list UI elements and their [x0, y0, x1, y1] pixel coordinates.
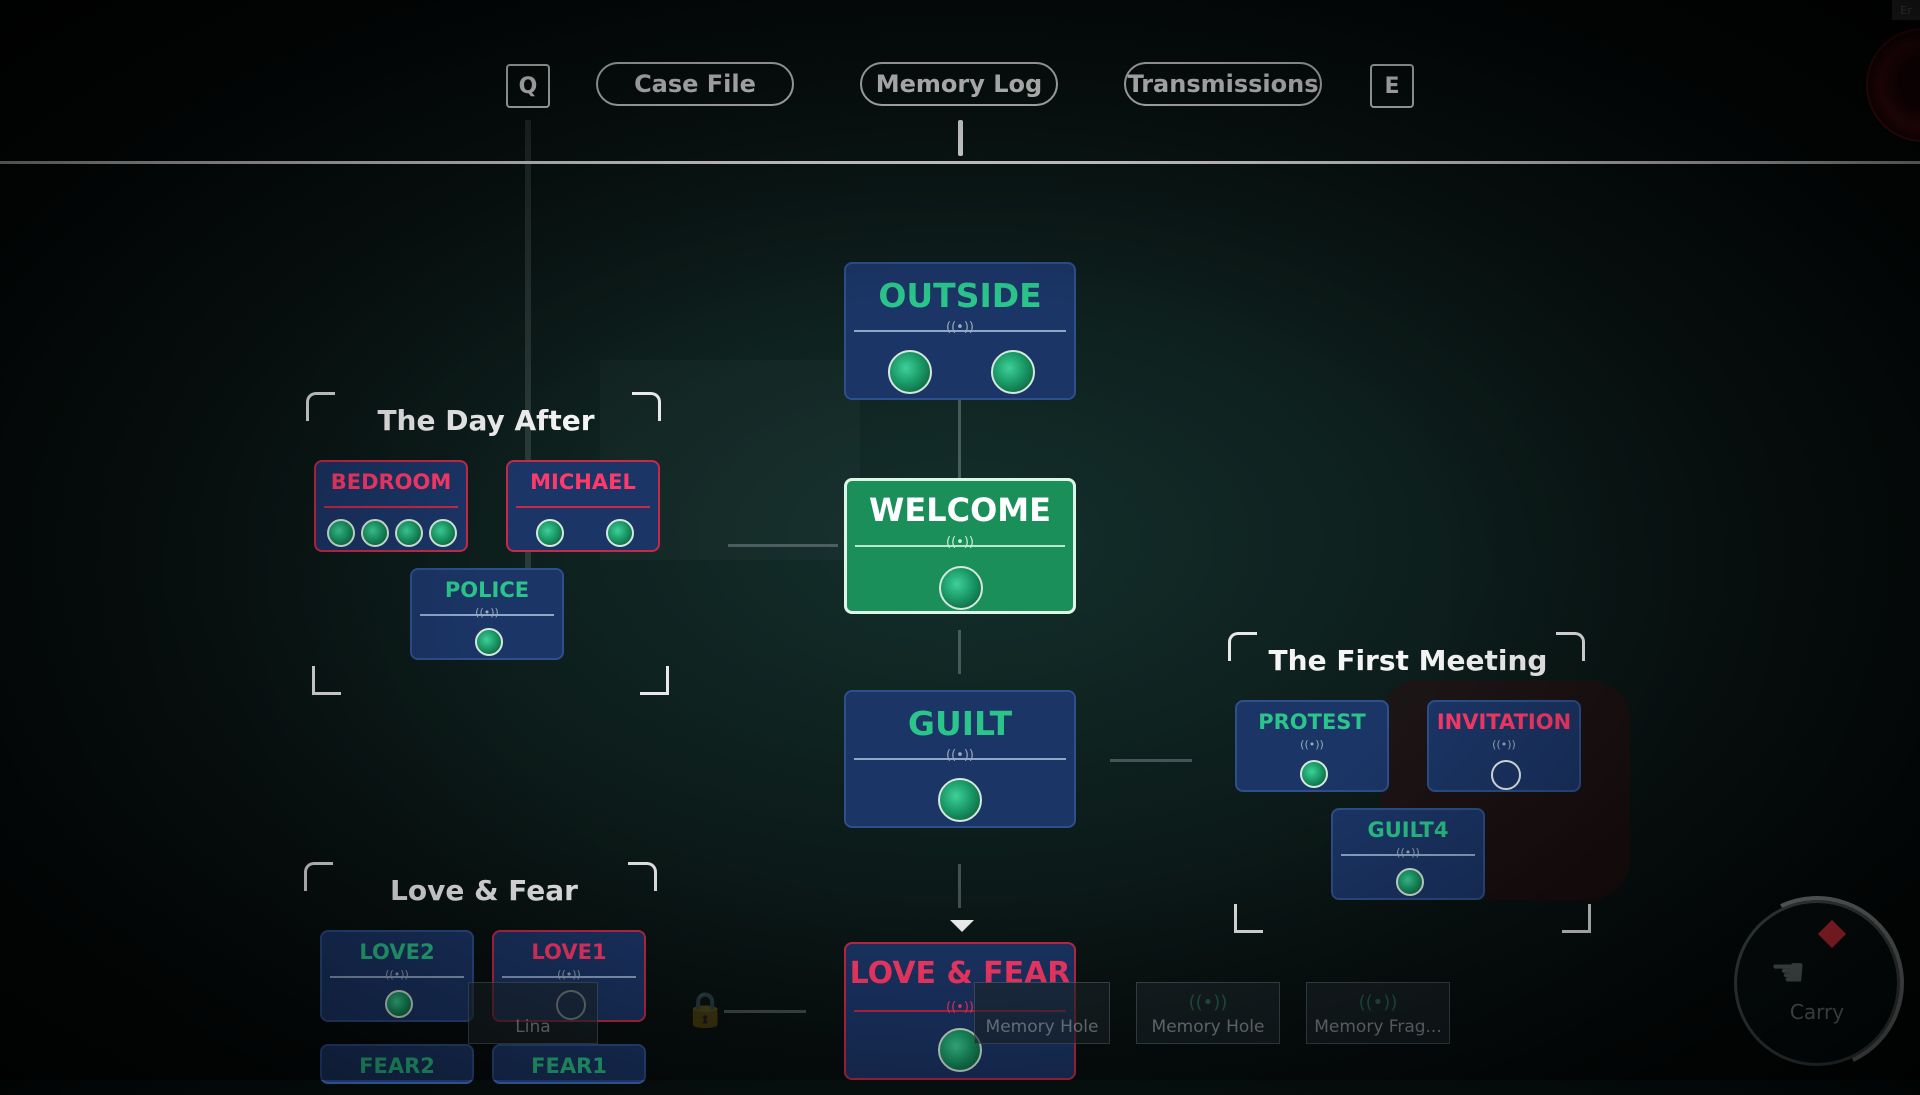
bracket-corner	[304, 862, 333, 891]
signal-icon: ((•))	[385, 968, 409, 981]
node-title: FEAR2	[359, 1054, 435, 1078]
signal-icon: ((•))	[946, 748, 974, 763]
memory-orb-icon	[429, 519, 457, 547]
slot-label: Memory Frag...	[1314, 1017, 1442, 1037]
bracket-corner	[306, 392, 335, 421]
status-ring-icon	[1866, 28, 1920, 142]
node-title: INVITATION	[1436, 710, 1572, 734]
signal-icon: ((•))	[946, 535, 974, 550]
node-title: LOVE1	[531, 940, 607, 964]
signal-icon: ((•))	[1358, 992, 1398, 1013]
node-title: GUILT	[907, 704, 1013, 743]
signal-icon: ((•))	[475, 606, 499, 619]
memory-node-fear1[interactable]: FEAR1	[492, 1044, 646, 1084]
memory-orb-icon	[1300, 760, 1328, 788]
memory-orb-icon	[888, 350, 932, 394]
bracket-corner	[640, 666, 669, 695]
node-title: POLICE	[444, 578, 530, 602]
connector-line	[1110, 759, 1192, 762]
connector-line	[724, 1010, 806, 1013]
inventory-slot[interactable]: Memory Hole	[974, 982, 1110, 1044]
inventory-slot[interactable]: Lina	[468, 982, 598, 1044]
empty-orb-icon	[1491, 760, 1521, 790]
carry-progress-arc	[1705, 871, 1920, 1095]
slot-label: Memory Hole	[1151, 1017, 1265, 1037]
memory-orb-icon	[327, 519, 355, 547]
node-title: MICHAEL	[530, 470, 636, 494]
node-title: FEAR1	[531, 1054, 607, 1078]
slot-label: Memory Hole	[985, 1017, 1099, 1037]
slot-label: Lina	[515, 1017, 551, 1037]
memory-node-welcome[interactable]: WELCOME ((•))	[844, 478, 1076, 614]
signal-icon: ((•))	[946, 320, 974, 335]
hand-icon: ☚	[1770, 950, 1806, 996]
lock-icon: 🔒	[684, 990, 727, 1030]
memory-orb-icon	[606, 519, 634, 547]
chevron-down-icon	[950, 920, 974, 932]
active-tab-indicator	[958, 120, 963, 156]
signal-icon: ((•))	[946, 1000, 974, 1015]
memory-node-michael[interactable]: MICHAEL	[506, 460, 660, 552]
top-navigation: Q Case File Memory Log Transmissions E E…	[0, 0, 1920, 165]
tab-memory-log[interactable]: Memory Log	[860, 62, 1058, 106]
tab-transmissions[interactable]: Transmissions	[1124, 62, 1322, 106]
memory-orb-icon	[939, 566, 983, 610]
bracket-corner	[1234, 904, 1263, 933]
signal-icon: ((•))	[1188, 992, 1228, 1013]
connector-line	[958, 400, 961, 478]
memory-orb-icon	[938, 778, 982, 822]
inventory-slot[interactable]: ((•)) Memory Hole	[1136, 982, 1280, 1044]
bracket-corner	[632, 392, 661, 421]
signal-icon: ((•))	[1396, 846, 1420, 859]
node-divider	[516, 506, 650, 508]
next-tab-key[interactable]: E	[1370, 64, 1414, 108]
signal-icon: ((•))	[1492, 738, 1516, 751]
node-title: PROTEST	[1258, 710, 1366, 734]
memory-node-love2[interactable]: LOVE2 ((•))	[320, 930, 474, 1022]
prev-tab-key[interactable]: Q	[506, 64, 550, 108]
node-title: LOVE2	[359, 940, 435, 964]
memory-orb-icon	[1396, 868, 1424, 896]
bracket-corner	[1562, 904, 1591, 933]
group-title: The Day After	[377, 404, 595, 437]
memory-node-protest[interactable]: PROTEST ((•))	[1235, 700, 1389, 792]
memory-node-guilt[interactable]: GUILT ((•))	[844, 690, 1076, 828]
connector-line	[958, 630, 961, 674]
memory-node-invitation[interactable]: INVITATION ((•))	[1427, 700, 1581, 792]
carry-label: Carry	[1789, 1000, 1845, 1024]
memory-orb-icon	[475, 628, 503, 656]
memory-orb-icon	[536, 519, 564, 547]
memory-orb-icon	[395, 519, 423, 547]
memory-orb-icon	[991, 350, 1035, 394]
memory-orb-icon	[385, 990, 413, 1018]
memory-node-bedroom[interactable]: BEDROOM	[314, 460, 468, 552]
bracket-corner	[312, 666, 341, 695]
node-title: GUILT4	[1367, 818, 1449, 842]
node-title: WELCOME	[869, 491, 1051, 529]
group-title: The First Meeting	[1268, 644, 1548, 677]
corner-badge: Er	[1892, 0, 1920, 20]
inventory-slot[interactable]: ((•)) Memory Frag...	[1306, 982, 1450, 1044]
node-divider	[324, 506, 458, 508]
header-divider	[0, 161, 1920, 164]
memory-node-guilt4[interactable]: GUILT4 ((•))	[1331, 808, 1485, 900]
tab-case-file[interactable]: Case File	[596, 62, 794, 106]
node-title: OUTSIDE	[878, 276, 1042, 315]
memory-node-fear2[interactable]: FEAR2	[320, 1044, 474, 1084]
group-title: Love & Fear	[390, 874, 578, 907]
connector-line	[728, 544, 838, 547]
memory-node-police[interactable]: POLICE ((•))	[410, 568, 564, 660]
memory-orb-icon	[361, 519, 389, 547]
connector-line	[958, 864, 961, 908]
memory-node-outside[interactable]: OUTSIDE ((•))	[844, 262, 1076, 400]
node-title: BEDROOM	[330, 470, 452, 494]
signal-icon: ((•))	[557, 968, 581, 981]
signal-icon: ((•))	[1300, 738, 1324, 751]
